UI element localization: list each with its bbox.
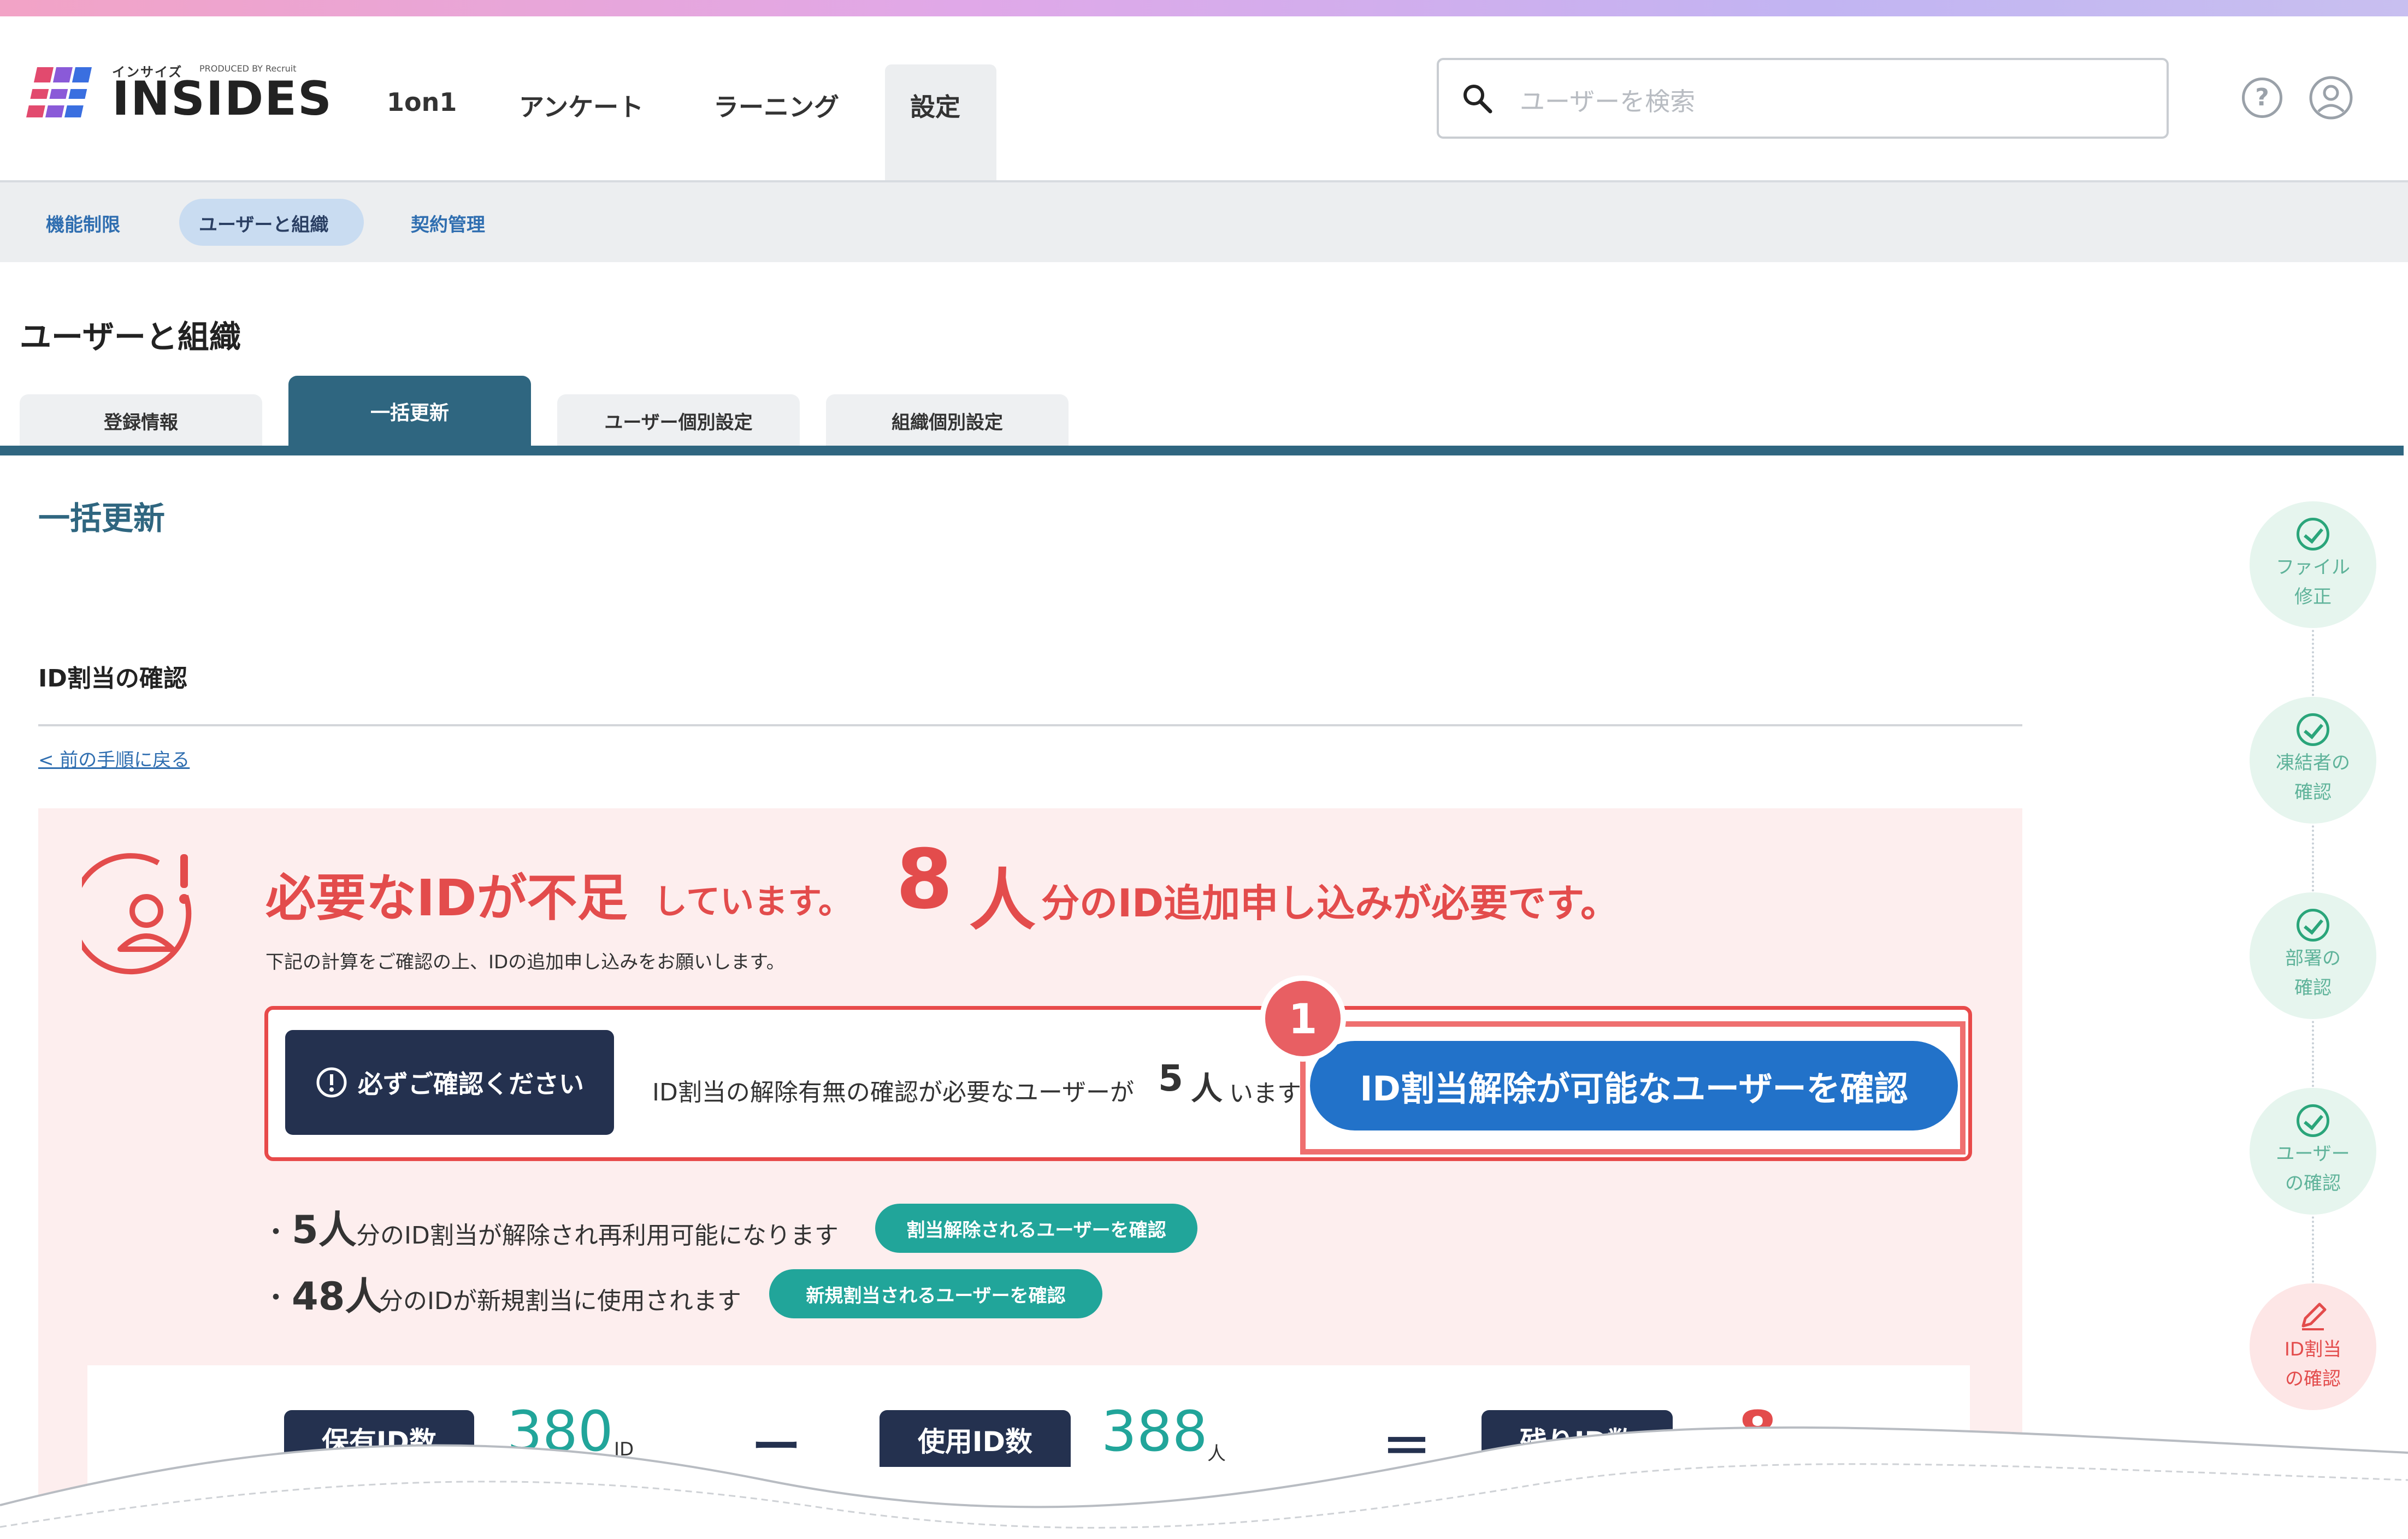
bullet-dot: ・ [262,1282,290,1313]
step-label: の確認 [2285,1173,2341,1194]
tab-org-settings[interactable]: 組織個別設定 [826,394,1069,447]
subnav-item-feature-limits[interactable]: 機能制限 [46,210,120,236]
check-circle-icon [2297,1104,2329,1137]
logo-text[interactable]: INSIDES [112,75,333,122]
step-label: 確認 [2294,782,2332,803]
check-circle-icon [2297,908,2329,942]
tab-bulk-update[interactable]: 一括更新 [288,376,531,447]
check-circle-icon [2297,517,2329,551]
search-icon [1463,85,1492,114]
id-assignment-title: ID割当の確認 [38,665,187,692]
check-released-users-button[interactable]: 割当解除されるユーザーを確認 [875,1204,1197,1253]
step-label: ID割当 [2284,1338,2342,1360]
top-gradient-bar [0,0,2408,16]
step-label: 部署の [2285,947,2341,969]
step-label: 確認 [2294,977,2332,999]
shortage-count: 8 [896,832,953,927]
step-connector [2312,813,2314,900]
released-id-count: 5人 [292,1207,357,1252]
user-account-icon[interactable] [2309,75,2353,120]
warning-title-rest: 分のID追加申し込みが必要です。 [1041,881,1619,926]
new-assign-count: 48人 [292,1274,383,1319]
step-label: 凍結者の [2276,751,2350,774]
tab-underline [0,446,2404,455]
cutoff-wave [0,1426,2408,1539]
insides-logo-icon [26,67,97,117]
bullet-dot: ・ [262,1216,290,1248]
tab-user-settings[interactable]: ユーザー個別設定 [557,394,800,447]
step-label: ユーザー [2276,1143,2350,1165]
warning-description: 下記の計算をご確認の上、IDの追加申し込みをお願いします。 [265,951,785,973]
confirm-message: ID割当の解除有無の確認が必要なユーザーが [652,1079,1134,1106]
check-unassignable-users-button[interactable]: ID割当解除が可能なユーザーを確認 [1310,1041,1958,1130]
step-label: の確認 [2285,1368,2341,1390]
subnav-item-contract[interactable]: 契約管理 [411,210,485,236]
confirm-user-count: 5 [1158,1057,1183,1099]
warning-title-suffix: しています。 [653,881,852,921]
nav-item-settings[interactable]: 設定 [910,87,960,123]
pencil-icon [2301,1303,2327,1330]
released-id-text: 分のID割当が解除され再利用可能になります [356,1222,839,1250]
step-label: ファイル [2276,556,2350,578]
back-link[interactable]: < 前の手順に戻る [38,745,190,772]
step-connector [2312,1204,2314,1291]
nav-item-learning[interactable]: ラーニング [713,87,839,123]
new-assign-text: 分のIDが新規割当に使用されます [379,1287,741,1315]
shortage-count-unit: 人 [969,862,1036,939]
warning-title-main: 必要なIDが不足 [265,869,628,927]
section-divider [38,724,2022,726]
step-label: 修正 [2294,586,2332,608]
check-new-assign-users-button[interactable]: 新規割当されるユーザーを確認 [769,1269,1102,1318]
step-file-fix: ファイル 修正 [2250,501,2376,628]
step-departments: 部署の 確認 [2250,892,2376,1019]
confirm-required-label: 必ずご確認ください [285,1030,614,1135]
step-id-assignment-current: ID割当 の確認 [2250,1283,2376,1410]
search-placeholder: ユーザーを検索 [1520,87,1696,116]
step-connector [2312,1008,2314,1096]
nav-item-1on1[interactable]: 1on1 [387,87,457,117]
section-title: 一括更新 [38,500,166,537]
confirm-required-text: 必ずご確認ください [358,1069,584,1099]
callout-number-badge: 1 [1260,975,1346,1062]
check-circle-icon [2297,713,2329,746]
confirm-message-tail: います [1229,1080,1301,1108]
step-frozen-users: 凍結者の 確認 [2250,697,2376,824]
info-icon [316,1067,347,1098]
step-connector [2312,617,2314,705]
confirm-user-unit: 人 [1191,1070,1223,1107]
user-warning-icon [82,853,192,975]
page-title: ユーザーと組織 [20,318,241,356]
subnav-item-users-org[interactable]: ユーザーと組織 [199,210,328,236]
step-users: ユーザー の確認 [2250,1088,2376,1215]
nav-item-survey[interactable]: アンケート [519,87,644,123]
help-icon[interactable]: ? [2242,78,2282,118]
tab-registration-info[interactable]: 登録情報 [20,394,262,447]
